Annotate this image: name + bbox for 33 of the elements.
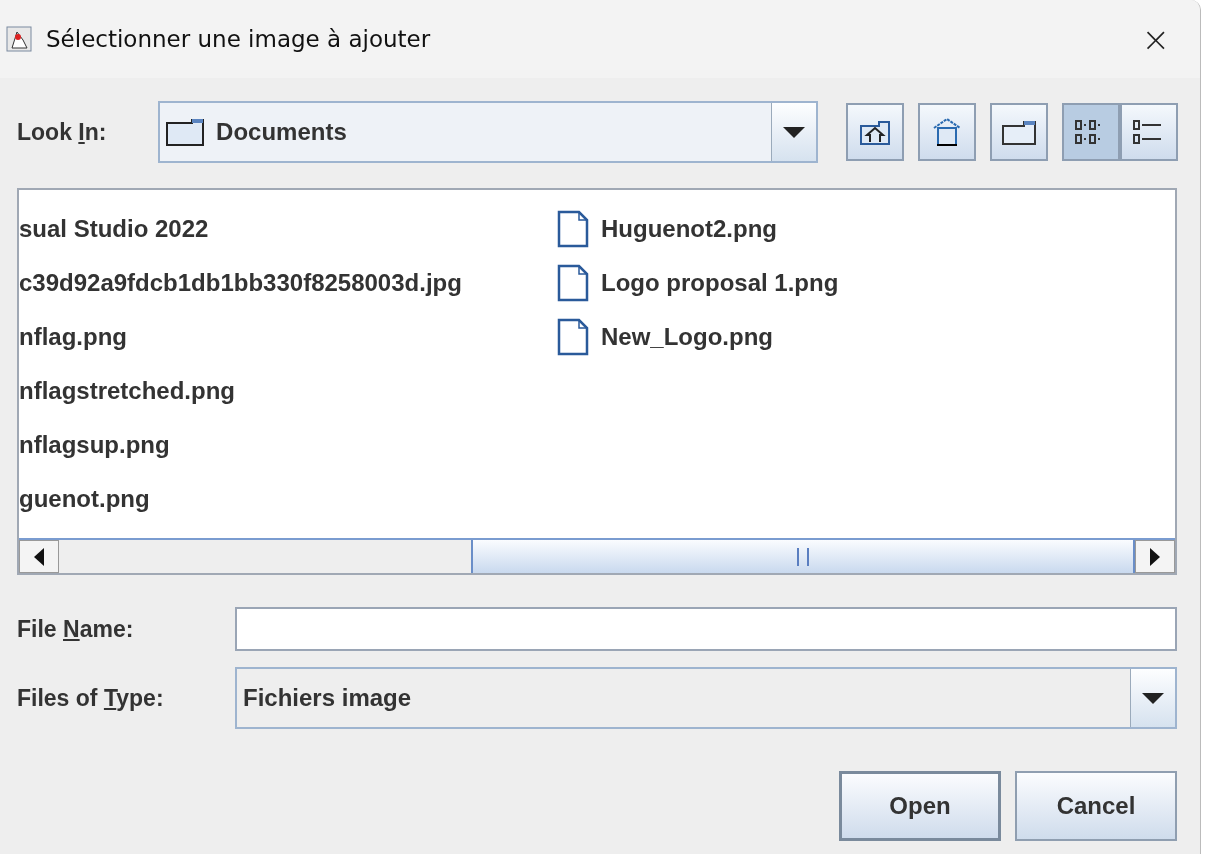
home-icon [931, 116, 963, 148]
file-item[interactable]: nflagsup.png [19, 418, 557, 472]
file-item[interactable]: nflagstretched.png [19, 364, 557, 418]
up-folder-button[interactable] [846, 103, 904, 161]
scrollbar-thumb[interactable] [471, 540, 1135, 573]
look-in-dropdown[interactable]: Documents [158, 101, 818, 163]
look-in-value: Documents [216, 118, 347, 146]
file-name-field[interactable] [235, 607, 1177, 651]
look-in-label: Look In: [17, 118, 108, 146]
file-item[interactable]: nflag.png [19, 310, 557, 364]
file-item[interactable]: New_Logo.png [557, 310, 839, 364]
close-button[interactable]: × [1135, 19, 1176, 59]
scroll-left-icon[interactable] [19, 540, 59, 573]
file-item[interactable]: Huguenot2.png [557, 202, 839, 256]
folder-up-arrow-icon [859, 118, 891, 146]
horizontal-scrollbar[interactable] [19, 538, 1175, 573]
new-folder-button[interactable] [990, 103, 1048, 161]
list-view-button[interactable] [1062, 103, 1120, 161]
file-item[interactable]: c39d92a9fdcb1db1bb330f8258003d.jpg [19, 256, 557, 310]
home-button[interactable] [918, 103, 976, 161]
file-item[interactable]: Logo proposal 1.png [557, 256, 839, 310]
scroll-right-icon[interactable] [1135, 540, 1175, 573]
cancel-button[interactable]: Cancel [1015, 771, 1177, 841]
folder-icon [1001, 118, 1037, 146]
file-item[interactable]: sual Studio 2022 [19, 202, 557, 256]
window-title: Sélectionner une image à ajouter [46, 26, 432, 52]
file-item[interactable]: guenot.png [19, 472, 557, 526]
folder-icon [166, 118, 205, 146]
open-button[interactable]: Open [839, 771, 1001, 841]
file-name-label: File Name: [17, 615, 135, 643]
files-of-type-dropdown[interactable]: Fichiers image [235, 667, 1177, 729]
app-icon [6, 26, 32, 52]
details-view-button[interactable] [1120, 103, 1178, 161]
